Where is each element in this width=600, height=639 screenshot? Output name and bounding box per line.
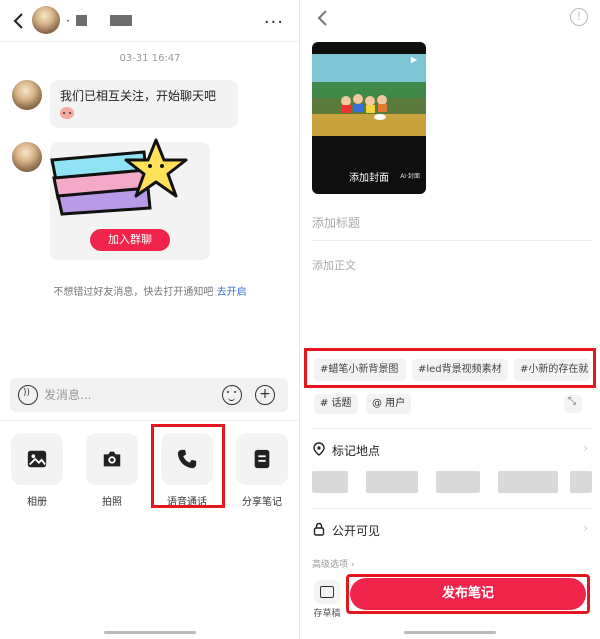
location-pin-icon [313, 442, 325, 456]
tool-label: 相册 [27, 497, 47, 508]
contact-name: · [66, 14, 70, 28]
enable-notification-link[interactable]: 去开启 [217, 287, 247, 298]
message-input[interactable] [44, 386, 214, 404]
location-label: 标记地点 [332, 444, 381, 458]
emoji-icon[interactable] [222, 385, 242, 405]
cover-thumbnail [312, 54, 426, 136]
redacted-name-block [76, 15, 87, 26]
home-indicator [104, 631, 196, 634]
join-group-button[interactable]: 加入群聊 [90, 229, 170, 251]
tool-camera-button[interactable]: 拍照 [85, 433, 139, 508]
camera-icon [103, 451, 121, 467]
notification-text: 不想错过好友消息，快去打开通知吧 [53, 287, 214, 298]
notification-prompt: 不想错过好友消息，快去打开通知吧 去开启 [0, 283, 299, 298]
redacted-location-suggestion [498, 471, 558, 493]
divider [312, 428, 592, 429]
message-text: 我们已相互关注，开始聊天吧 [60, 89, 217, 103]
redacted-location-suggestion [436, 471, 480, 493]
divider [0, 420, 299, 421]
sender-avatar[interactable] [12, 80, 42, 110]
tool-album-button[interactable]: 相册 [10, 433, 64, 508]
mention-user-button[interactable]: @ 用户 [366, 394, 412, 414]
play-icon [410, 56, 418, 64]
back-arrow-icon[interactable] [12, 11, 26, 31]
expand-icon[interactable] [564, 395, 582, 413]
sender-avatar[interactable] [12, 142, 42, 172]
chat-screen: · ··· 03-31 16:47 我们已相互关注，开始聊天吧 加入群聊 不想错… [0, 0, 300, 639]
divider [312, 240, 592, 241]
draft-icon [314, 580, 340, 604]
back-arrow-icon[interactable] [316, 8, 330, 28]
publish-highlight [346, 574, 590, 614]
peach-emoji-icon [60, 107, 74, 119]
home-indicator [404, 631, 496, 634]
mark-location-row[interactable]: 标记地点 › [312, 438, 592, 462]
redacted-location-suggestion [366, 471, 418, 493]
voice-call-highlight [151, 424, 225, 508]
tool-label: 分享笔记 [242, 497, 282, 508]
publish-note-screen: ! 添加封面 AI·封面 添加标题 添加正文 #蜡笔小新背景图 #led背景视频… [302, 0, 600, 639]
body-input[interactable]: 添加正文 [312, 257, 356, 273]
chat-header: · ··· [0, 0, 299, 42]
redacted-location-suggestion [570, 471, 592, 493]
note-icon [254, 449, 270, 469]
tags-highlight [304, 348, 596, 388]
message-bubble[interactable]: 我们已相互关注，开始聊天吧 [50, 80, 238, 128]
redacted-location-suggestion [312, 471, 348, 493]
image-icon [27, 450, 47, 468]
save-draft-button[interactable]: 存草稿 [312, 580, 342, 619]
info-icon[interactable]: ! [570, 8, 588, 26]
draft-label: 存草稿 [313, 609, 341, 619]
more-options-icon[interactable]: ··· [264, 12, 284, 33]
voice-input-icon[interactable] [18, 385, 38, 405]
tool-icon-box [236, 433, 288, 485]
visibility-row[interactable]: 公开可见 › [312, 518, 592, 542]
tool-share-note-button[interactable]: 分享笔记 [235, 433, 289, 508]
message-timestamp: 03-31 16:47 [119, 53, 181, 64]
chevron-right-icon: › [583, 441, 588, 455]
chevron-right-icon: › [583, 521, 588, 535]
visibility-label: 公开可见 [332, 524, 381, 538]
ai-cover-tag: AI·封面 [400, 173, 420, 180]
divider [312, 508, 592, 509]
tool-icon-box [86, 433, 138, 485]
contact-avatar[interactable] [32, 6, 60, 34]
message-input-bar: + [10, 378, 288, 412]
lock-icon [313, 522, 325, 536]
tool-icon-box [11, 433, 63, 485]
plus-icon[interactable]: + [255, 385, 275, 405]
tool-label: 拍照 [102, 497, 122, 508]
topic-button[interactable]: # 话题 [314, 394, 358, 414]
advanced-options-link[interactable]: 高级选项 › [312, 557, 354, 570]
redacted-name-block [110, 15, 132, 26]
shooting-star-sticker-icon [50, 138, 188, 216]
video-cover[interactable]: 添加封面 AI·封面 [312, 42, 426, 194]
title-input[interactable]: 添加标题 [312, 214, 360, 231]
